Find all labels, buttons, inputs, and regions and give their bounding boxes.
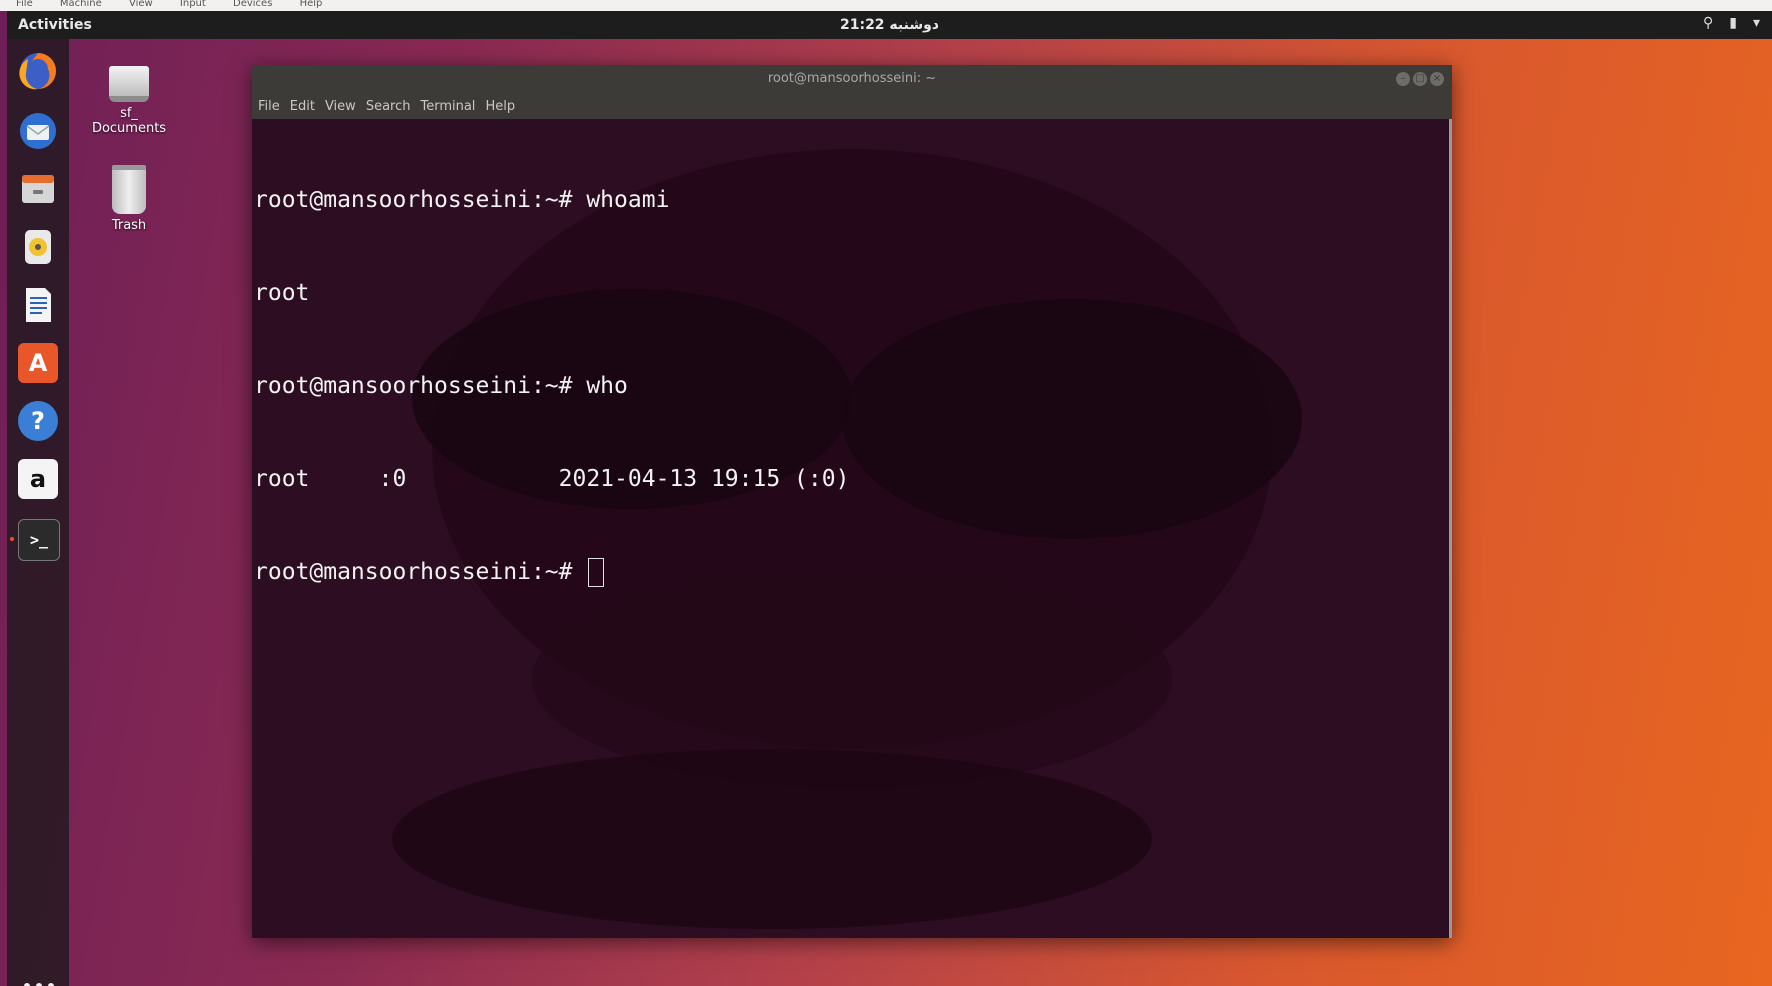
ubuntu-software-glyph: A bbox=[28, 349, 48, 377]
terminal-cursor bbox=[588, 558, 605, 587]
close-icon[interactable]: × bbox=[1430, 72, 1444, 86]
terminal-prompt-line[interactable]: root@mansoorhosseini:~# bbox=[254, 557, 849, 588]
rhythmbox-icon[interactable] bbox=[18, 227, 58, 267]
terminal-glyph: >_ bbox=[29, 531, 49, 549]
desktop-icon-label: sf_ Documents bbox=[91, 106, 167, 136]
files-icon[interactable] bbox=[18, 169, 58, 209]
terminal-running-indicator bbox=[10, 537, 14, 541]
menu-file[interactable]: File bbox=[258, 99, 280, 114]
terminal-prompt: root@mansoorhosseini:~# bbox=[254, 559, 587, 585]
trash-icon bbox=[112, 165, 146, 214]
terminal-line: root@mansoorhosseini:~# whoami bbox=[254, 187, 670, 213]
menu-view[interactable]: View bbox=[325, 99, 356, 114]
help-glyph: ? bbox=[31, 407, 45, 435]
maximize-icon[interactable]: □ bbox=[1413, 72, 1427, 86]
menu-search[interactable]: Search bbox=[366, 99, 411, 114]
menu-help[interactable]: Help bbox=[485, 99, 515, 114]
minimize-icon[interactable]: – bbox=[1396, 72, 1410, 86]
battery-icon[interactable]: ▮ bbox=[1729, 15, 1737, 31]
desktop-screen: File Machine View Input Devices Help Act… bbox=[0, 0, 1772, 986]
vbox-menu-view[interactable]: View bbox=[129, 0, 153, 9]
virtualbox-menu-strip: File Machine View Input Devices Help bbox=[0, 0, 1772, 11]
desktop-icon-trash[interactable]: Trash bbox=[84, 165, 174, 233]
terminal-menubar: File Edit View Search Terminal Help bbox=[252, 93, 1452, 119]
drive-icon bbox=[109, 66, 149, 102]
amazon-glyph: a bbox=[29, 465, 47, 493]
amazon-icon[interactable]: a bbox=[18, 459, 58, 499]
gnome-top-bar: Activities 21:22 دوشنبه ⚲ ▮ ▾ bbox=[7, 11, 1772, 39]
libreoffice-writer-icon[interactable] bbox=[18, 285, 58, 325]
menu-edit[interactable]: Edit bbox=[290, 99, 315, 114]
ubuntu-software-icon[interactable]: A bbox=[18, 343, 58, 383]
terminal-title: root@mansoorhosseini: ~ bbox=[767, 71, 937, 86]
vbox-menu-help[interactable]: Help bbox=[300, 0, 323, 9]
desktop-icon-label: Trash bbox=[111, 218, 147, 233]
vbox-menu-file[interactable]: File bbox=[16, 0, 33, 9]
clock[interactable]: 21:22 دوشنبه bbox=[7, 17, 1772, 33]
terminal-line: root@mansoorhosseini:~# who bbox=[254, 373, 628, 399]
thunderbird-icon[interactable] bbox=[18, 111, 58, 151]
terminal-output[interactable]: root@mansoorhosseini:~# whoami root root… bbox=[252, 119, 1452, 938]
dock: A ? a >_ bbox=[7, 39, 69, 986]
window-controls: – □ × bbox=[1396, 72, 1444, 86]
terminal-icon[interactable]: >_ bbox=[18, 519, 60, 561]
terminal-line: root :0 2021-04-13 19:15 (:0) bbox=[254, 466, 850, 492]
desktop-icon-sf-documents[interactable]: sf_ Documents bbox=[84, 66, 174, 136]
terminal-titlebar[interactable]: root@mansoorhosseini: ~ – □ × bbox=[252, 65, 1452, 93]
terminal-window[interactable]: root@mansoorhosseini: ~ – □ × File Edit … bbox=[252, 65, 1452, 938]
vbox-menu-devices[interactable]: Devices bbox=[233, 0, 272, 9]
vbox-menu-machine[interactable]: Machine bbox=[60, 0, 102, 9]
help-icon[interactable]: ? bbox=[18, 401, 58, 441]
system-tray[interactable]: ⚲ ▮ ▾ bbox=[1703, 15, 1760, 31]
vbox-menu-input[interactable]: Input bbox=[180, 0, 206, 9]
menu-terminal[interactable]: Terminal bbox=[420, 99, 475, 114]
accessibility-icon[interactable]: ⚲ bbox=[1703, 15, 1713, 31]
terminal-line: root bbox=[254, 280, 310, 306]
firefox-icon[interactable] bbox=[18, 51, 58, 91]
terminal-text: root@mansoorhosseini:~# whoami root root… bbox=[254, 123, 849, 650]
terminal-scrollbar[interactable] bbox=[1449, 119, 1452, 938]
system-menu-chevron-icon[interactable]: ▾ bbox=[1753, 15, 1760, 31]
